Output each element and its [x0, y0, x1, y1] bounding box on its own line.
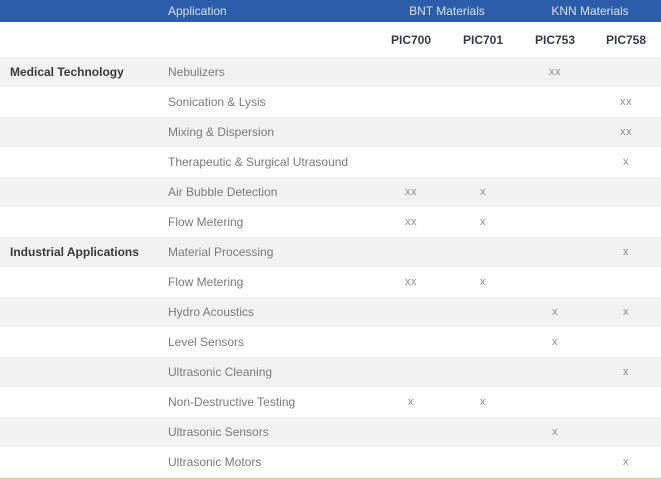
table-row: Ultrasonic Motors x [0, 447, 661, 477]
table-row: Flow Meteringxxx [0, 207, 661, 237]
application-column-header: Application [165, 4, 375, 18]
application-label: Air Bubble Detection [165, 185, 375, 199]
table-row: Medical TechnologyNebulizers xx [0, 57, 661, 87]
application-label: Ultrasonic Sensors [165, 425, 375, 439]
table-row: Air Bubble Detectionxxx [0, 177, 661, 207]
mark-cell-pic701: x [447, 186, 519, 198]
mark-cell-pic753: xx [519, 66, 591, 78]
column-header-pic701: PIC701 [447, 33, 519, 47]
mark-cell-pic758: xx [591, 96, 661, 108]
table-row: Hydro Acoustics xx [0, 297, 661, 327]
table-row: Ultrasonic Cleaning x [0, 357, 661, 387]
mark-cell-pic701: x [447, 396, 519, 408]
mark-cell-pic758: x [591, 306, 661, 318]
group-label: Medical Technology [0, 65, 165, 79]
mark-cell-pic758: xx [591, 126, 661, 138]
table-row: Mixing & Dispersion xx [0, 117, 661, 147]
application-label: Ultrasonic Cleaning [165, 365, 375, 379]
material-columns-row: PIC700 PIC701 PIC753 PIC758 [0, 22, 661, 57]
mark-cell-pic700: xx [375, 216, 447, 228]
application-label: Flow Metering [165, 215, 375, 229]
knn-materials-group-header: KNN Materials [519, 4, 661, 18]
application-label: Ultrasonic Motors [165, 455, 375, 469]
mark-cell-pic700: xx [375, 276, 447, 288]
mark-cell-pic758: x [591, 246, 661, 258]
mark-cell-pic753: x [519, 306, 591, 318]
mark-cell-pic700: x [375, 396, 447, 408]
application-label: Therapeutic & Surgical Utrasound [165, 155, 375, 169]
application-label: Sonication & Lysis [165, 95, 375, 109]
mark-cell-pic701: x [447, 276, 519, 288]
mark-cell-pic758: x [591, 366, 661, 378]
table-header-bar: Application BNT Materials KNN Materials [0, 0, 661, 22]
mark-cell-pic701: x [447, 216, 519, 228]
column-header-pic758: PIC758 [591, 33, 661, 47]
mark-cell-pic758: x [591, 156, 661, 168]
table-row: Ultrasonic Sensors x [0, 417, 661, 447]
mark-cell-pic758: x [591, 456, 661, 468]
column-header-pic753: PIC753 [519, 33, 591, 47]
table-row: Therapeutic & Surgical Utrasound x [0, 147, 661, 177]
table-body: Medical TechnologyNebulizersxxSonication… [0, 57, 661, 477]
application-label: Nebulizers [165, 65, 375, 79]
application-label: Non-Destructive Testing [165, 395, 375, 409]
mark-cell-pic753: x [519, 426, 591, 438]
table-row: Non-Destructive Testingxx [0, 387, 661, 417]
application-label: Level Sensors [165, 335, 375, 349]
mark-cell-pic700: xx [375, 186, 447, 198]
application-label: Mixing & Dispersion [165, 125, 375, 139]
bnt-materials-group-header: BNT Materials [375, 4, 519, 18]
table-row: Sonication & Lysis xx [0, 87, 661, 117]
material-application-table: Application BNT Materials KNN Materials … [0, 0, 661, 480]
mark-cell-pic753: x [519, 336, 591, 348]
table-row: Industrial ApplicationsMaterial Processi… [0, 237, 661, 267]
table-row: Level Sensors x [0, 327, 661, 357]
application-label: Material Processing [165, 245, 375, 259]
group-label: Industrial Applications [0, 245, 165, 259]
column-header-pic700: PIC700 [375, 33, 447, 47]
table-row: Flow Meteringxxx [0, 267, 661, 297]
application-label: Flow Metering [165, 275, 375, 289]
application-label: Hydro Acoustics [165, 305, 375, 319]
